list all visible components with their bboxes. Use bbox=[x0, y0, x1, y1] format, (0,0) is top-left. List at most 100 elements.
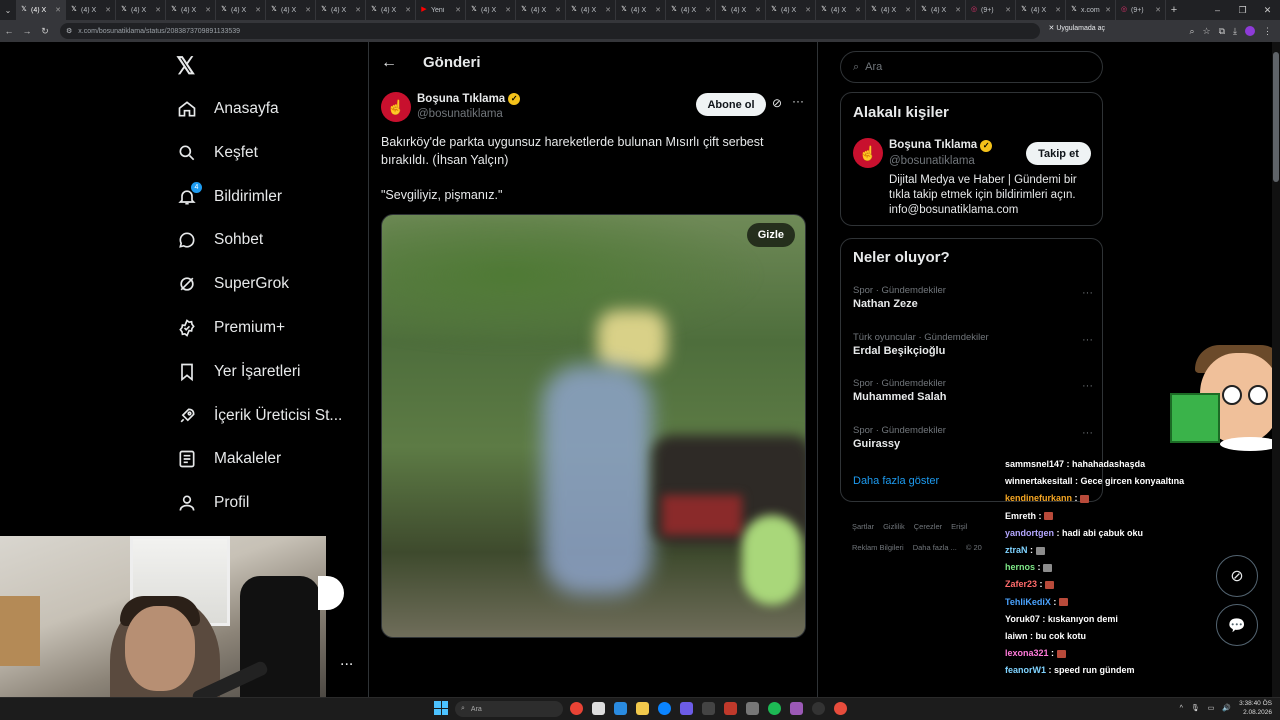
trend-item[interactable]: Spor · Gündemdekiler Muhammed Salah ··· bbox=[853, 378, 1093, 403]
browser-tab[interactable]: 𝕏 (4) X ✕ bbox=[316, 0, 366, 20]
browser-tab[interactable]: ▶ Yeni ✕ bbox=[416, 0, 466, 20]
close-tab-icon[interactable]: ✕ bbox=[755, 6, 761, 14]
file-explorer-icon[interactable] bbox=[636, 702, 649, 715]
edge-icon[interactable] bbox=[614, 702, 627, 715]
reload-icon[interactable]: ↻ bbox=[36, 26, 54, 37]
related-handle[interactable]: @bosunatiklama bbox=[889, 155, 975, 167]
trend-item[interactable]: Türk oyuncular · Gündemdekiler Erdal Beşi… bbox=[853, 332, 1093, 357]
taskbar-app-icon[interactable] bbox=[834, 702, 847, 715]
grok-icon[interactable]: ⊘ bbox=[772, 96, 782, 110]
browser-tab[interactable]: 𝕏 (4) X ✕ bbox=[216, 0, 266, 20]
trend-more-icon[interactable]: ··· bbox=[1082, 380, 1093, 392]
back-icon[interactable]: ← bbox=[0, 26, 18, 36]
browser-tab[interactable]: ◎ (9+) ✕ bbox=[1116, 0, 1166, 20]
close-tab-icon[interactable]: ✕ bbox=[1155, 6, 1161, 14]
footer-link[interactable]: Çerezler bbox=[914, 522, 942, 531]
trend-item[interactable]: Spor · Gündemdekiler Nathan Zeze ··· bbox=[853, 285, 1093, 310]
close-tab-icon[interactable]: ✕ bbox=[955, 6, 961, 14]
site-info-icon[interactable]: ⚙ bbox=[66, 27, 72, 35]
tray-overflow-icon[interactable]: ^ bbox=[1180, 705, 1183, 712]
taskbar-search[interactable]: ⌕ Ara bbox=[455, 701, 563, 717]
footer-link[interactable]: Gizlilik bbox=[883, 522, 905, 531]
close-tab-icon[interactable]: ✕ bbox=[1055, 6, 1061, 14]
post-button-partial[interactable] bbox=[318, 576, 344, 610]
trend-more-icon[interactable]: ··· bbox=[1082, 334, 1093, 346]
x-logo-icon[interactable]: 𝕏 bbox=[176, 52, 195, 81]
post-media[interactable]: Gizle bbox=[381, 214, 806, 638]
close-tab-icon[interactable]: ✕ bbox=[655, 6, 661, 14]
nav-item-article[interactable]: Makaleler bbox=[176, 439, 281, 479]
close-tab-icon[interactable]: ✕ bbox=[1105, 6, 1111, 14]
minimize-icon[interactable]: – bbox=[1205, 5, 1230, 15]
open-in-app-button[interactable]: ✕ Uygulamada aç bbox=[1049, 24, 1105, 32]
close-tab-icon[interactable]: ✕ bbox=[105, 6, 111, 14]
browser-tab[interactable]: 𝕏 (4) X ✕ bbox=[766, 0, 816, 20]
browser-tab[interactable]: 𝕏 (4) X ✕ bbox=[516, 0, 566, 20]
close-tab-icon[interactable]: ✕ bbox=[455, 6, 461, 14]
taskbar-app-icon[interactable] bbox=[790, 702, 803, 715]
close-window-icon[interactable]: ✕ bbox=[1255, 5, 1280, 16]
forward-icon[interactable]: → bbox=[18, 26, 36, 36]
taskbar-app-icon[interactable] bbox=[592, 702, 605, 715]
bookmark-star-icon[interactable]: ☆ bbox=[1203, 26, 1211, 37]
nav-item-profile[interactable]: Profil bbox=[176, 483, 249, 523]
footer-link[interactable]: Reklam Bilgileri bbox=[852, 543, 904, 552]
scrollbar-thumb[interactable] bbox=[1273, 52, 1279, 182]
close-tab-icon[interactable]: ✕ bbox=[405, 6, 411, 14]
browser-tab[interactable]: 𝕏 (4) X ✕ bbox=[866, 0, 916, 20]
messages-fab-icon[interactable]: 💬 bbox=[1216, 604, 1258, 646]
show-more-link[interactable]: Daha fazla göster bbox=[853, 475, 939, 487]
nav-item-rocket[interactable]: İçerik Üreticisi St... bbox=[176, 396, 342, 436]
back-arrow-icon[interactable]: ← bbox=[381, 54, 397, 72]
author-avatar[interactable]: ☝ bbox=[381, 92, 411, 122]
browser-tab[interactable]: 𝕏 (4) X ✕ bbox=[266, 0, 316, 20]
nav-item-grok[interactable]: SuperGrok bbox=[176, 264, 289, 304]
close-tab-icon[interactable]: ✕ bbox=[705, 6, 711, 14]
close-tab-icon[interactable]: ✕ bbox=[605, 6, 611, 14]
browser-tab[interactable]: 𝕏 (4) X ✕ bbox=[166, 0, 216, 20]
hide-media-button[interactable]: Gizle bbox=[746, 223, 795, 247]
browser-tab[interactable]: 𝕏 (4) X ✕ bbox=[1016, 0, 1066, 20]
browser-tab[interactable]: 𝕏 (4) X ✕ bbox=[816, 0, 866, 20]
subscribe-button[interactable]: Abone ol bbox=[696, 93, 766, 116]
search-input[interactable]: ⌕ Ara bbox=[840, 51, 1103, 83]
close-tab-icon[interactable]: ✕ bbox=[55, 6, 61, 14]
discord-icon[interactable] bbox=[680, 702, 693, 715]
account-more-icon[interactable]: ... bbox=[340, 652, 353, 670]
close-tab-icon[interactable]: ✕ bbox=[1005, 6, 1011, 14]
related-avatar[interactable]: ☝ bbox=[853, 138, 883, 168]
close-tab-icon[interactable]: ✕ bbox=[305, 6, 311, 14]
nav-item-bell[interactable]: 4 Bildirimler bbox=[176, 177, 282, 217]
grok-fab-icon[interactable]: ⊘ bbox=[1216, 555, 1258, 597]
new-tab-button[interactable]: + bbox=[1166, 4, 1182, 16]
footer-link[interactable]: © 20 bbox=[966, 543, 982, 552]
close-tab-icon[interactable]: ✕ bbox=[805, 6, 811, 14]
browser-tab[interactable]: 𝕏 (4) X ✕ bbox=[66, 0, 116, 20]
browser-tab[interactable]: 𝕏 (4) X ✕ bbox=[666, 0, 716, 20]
author-handle[interactable]: @bosunatiklama bbox=[417, 108, 503, 120]
url-bar[interactable]: ⚙ x.com/bosunatiklama/status/20838737098… bbox=[60, 23, 1040, 39]
close-tab-icon[interactable]: ✕ bbox=[855, 6, 861, 14]
browser-menu-icon[interactable]: ⋮ bbox=[1263, 26, 1272, 37]
close-tab-icon[interactable]: ✕ bbox=[155, 6, 161, 14]
browser-tab[interactable]: 𝕏 (4) X ✕ bbox=[566, 0, 616, 20]
profile-avatar-icon[interactable] bbox=[1245, 26, 1255, 36]
browser-tab[interactable]: 𝕏 (4) X ✕ bbox=[16, 0, 66, 20]
browser-tab[interactable]: 𝕏 (4) X ✕ bbox=[716, 0, 766, 20]
browser-tab[interactable]: 𝕏 (4) X ✕ bbox=[616, 0, 666, 20]
spotify-icon[interactable] bbox=[768, 702, 781, 715]
zoom-icon[interactable]: ⌕ bbox=[1189, 26, 1194, 37]
trend-more-icon[interactable]: ··· bbox=[1082, 287, 1093, 299]
browser-tab[interactable]: 𝕏 (4) X ✕ bbox=[116, 0, 166, 20]
nav-item-verified[interactable]: Premium+ bbox=[176, 308, 285, 348]
obs-icon[interactable] bbox=[812, 702, 825, 715]
volume-icon[interactable]: 🔊 bbox=[1222, 704, 1231, 712]
trend-more-icon[interactable]: ··· bbox=[1082, 427, 1093, 439]
nav-item-bookmark[interactable]: Yer İşaretleri bbox=[176, 352, 300, 392]
nav-item-search[interactable]: Keşfet bbox=[176, 133, 258, 173]
tab-search-icon[interactable]: ⌄ bbox=[0, 0, 16, 20]
footer-link[interactable]: Erişil bbox=[951, 522, 967, 531]
close-tab-icon[interactable]: ✕ bbox=[255, 6, 261, 14]
browser-tab[interactable]: ◎ (9+) ✕ bbox=[966, 0, 1016, 20]
extensions-icon[interactable]: ⧉ bbox=[1219, 26, 1225, 37]
